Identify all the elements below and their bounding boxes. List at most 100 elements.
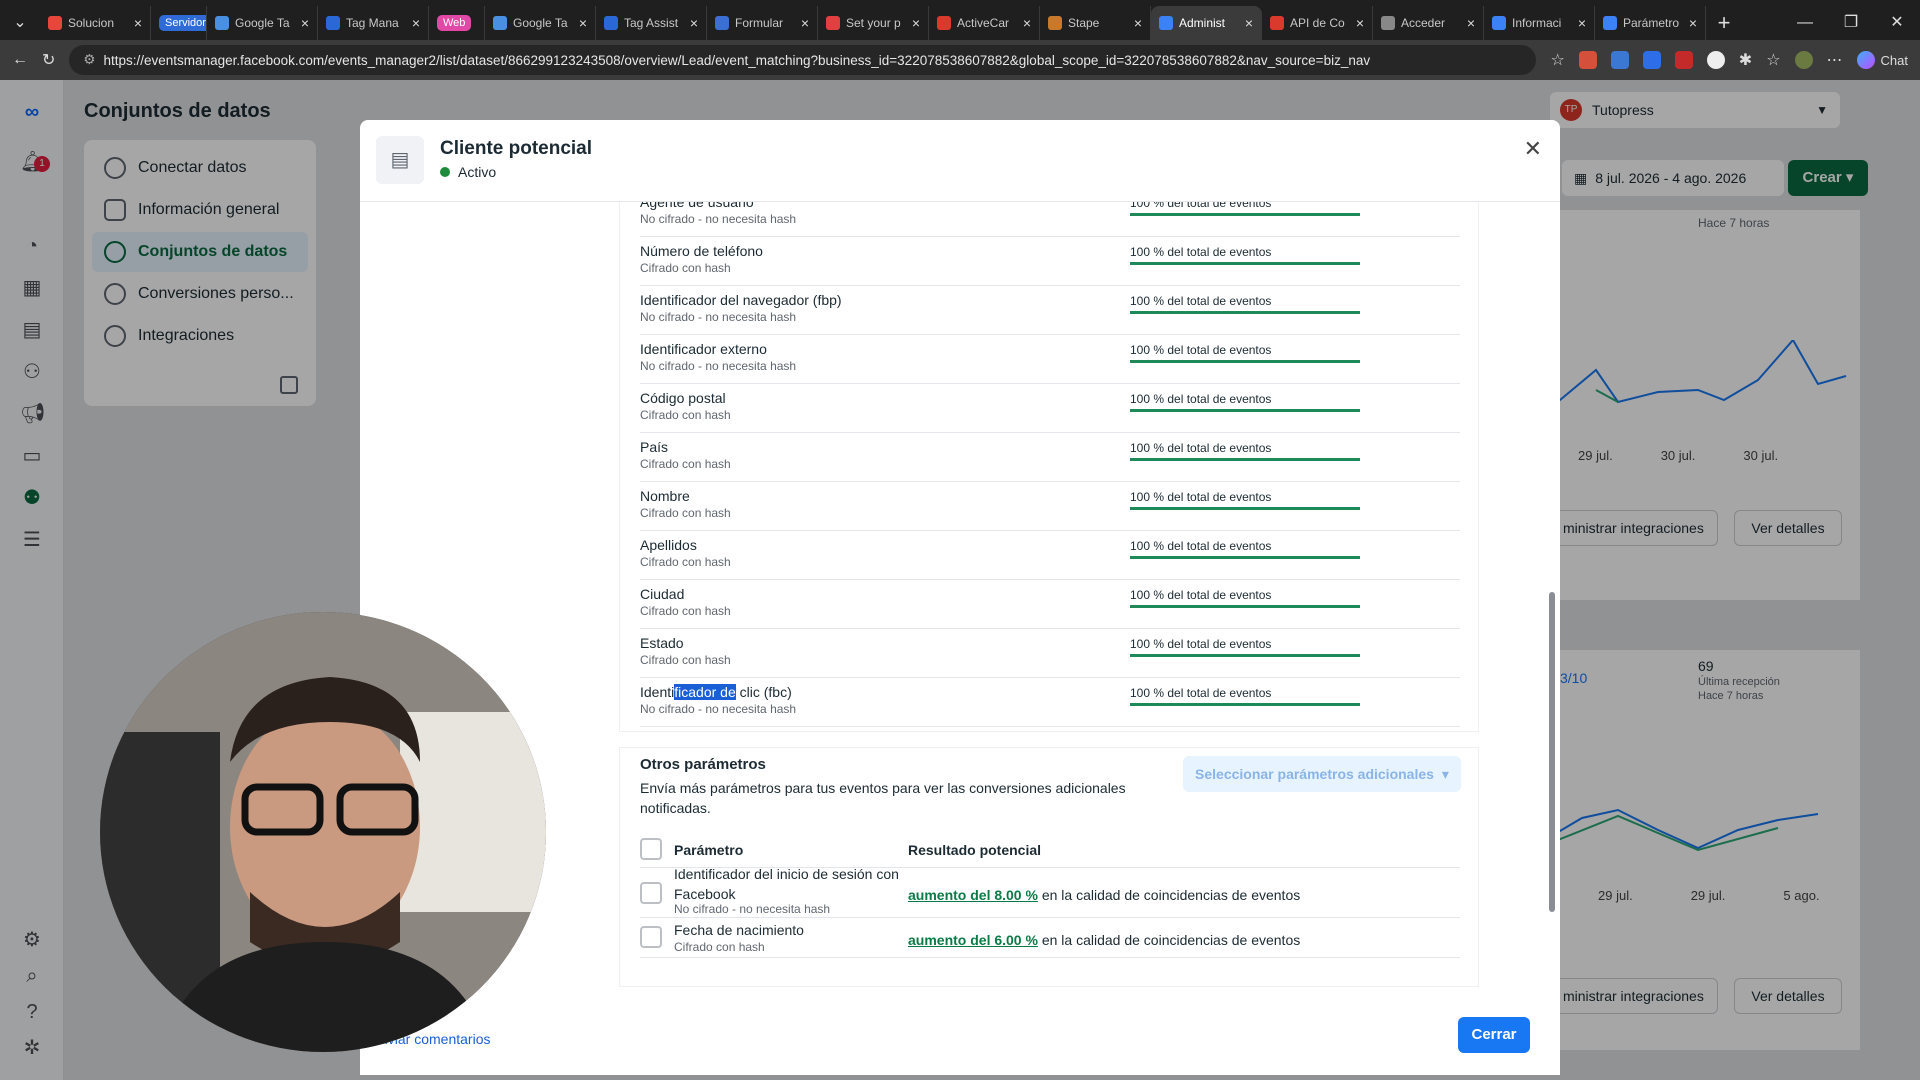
close-tab-icon[interactable]: ×	[579, 15, 587, 31]
url-text: https://eventsmanager.facebook.com/event…	[103, 52, 1371, 68]
tab-group-label[interactable]: Servidor	[159, 15, 206, 31]
browser-tab[interactable]: Google Ta ×	[207, 6, 318, 40]
tab-title: Acceder	[1401, 16, 1446, 30]
tab-favicon-icon	[715, 16, 729, 30]
increase-link[interactable]: aumento del 8.00 %	[908, 887, 1038, 903]
chat-label: Chat	[1880, 52, 1908, 68]
close-tab-icon[interactable]: ×	[1245, 15, 1253, 31]
tab-title: API de Co	[1290, 16, 1345, 30]
favorites-icon[interactable]: ☆	[1766, 50, 1780, 70]
browser-tab[interactable]: API de Co ×	[1262, 6, 1373, 40]
extension-icon[interactable]	[1642, 51, 1661, 69]
parameter-encoding: No cifrado - no necesita hash	[640, 212, 797, 226]
close-button[interactable]: Cerrar	[1458, 1017, 1530, 1053]
browser-tab[interactable]: ActiveCar ×	[929, 6, 1040, 40]
minimize-icon[interactable]: —	[1782, 6, 1828, 40]
tab-favicon-icon	[1603, 16, 1617, 30]
tab-list-icon[interactable]: ⌄	[0, 6, 40, 40]
chat-button[interactable]: Chat	[1856, 51, 1908, 69]
profile-avatar[interactable]	[1794, 51, 1813, 69]
parameter-name: Apellidos	[640, 537, 697, 553]
status-dot	[440, 167, 450, 177]
browser-tab[interactable]: Parámetro ×	[1595, 6, 1706, 40]
extensions-icon[interactable]: ✱	[1739, 50, 1752, 70]
browser-tab[interactable]: Set your p ×	[818, 6, 929, 40]
close-tab-icon[interactable]: ×	[912, 15, 920, 31]
close-tab-icon[interactable]: ×	[1578, 15, 1586, 31]
extension-icon[interactable]	[1706, 51, 1725, 69]
tab-title: Set your p	[846, 16, 901, 30]
close-tab-icon[interactable]: ×	[134, 15, 142, 31]
close-tab-icon[interactable]: ×	[412, 15, 420, 31]
extension-icon[interactable]	[1578, 51, 1597, 69]
select-additional-parameters-button[interactable]: Seleccionar parámetros adicionales ▾	[1183, 756, 1461, 792]
close-tab-icon[interactable]: ×	[1134, 15, 1142, 31]
tab-favicon-icon	[493, 16, 507, 30]
tab-title: Tag Assist	[624, 16, 679, 30]
browser-tab[interactable]: Acceder ×	[1373, 6, 1484, 40]
browser-tab[interactable]: Servidor	[151, 6, 207, 40]
tab-title: Formular	[735, 16, 784, 30]
coverage-bar	[1130, 507, 1360, 510]
coverage-bar	[1130, 311, 1360, 314]
new-tab-icon[interactable]: +	[1706, 6, 1742, 40]
browser-tab[interactable]: Informaci ×	[1484, 6, 1595, 40]
parameter-row: Nombre Cifrado con hash 100 % del total de…	[640, 482, 1460, 531]
parameters-list: Agente de usuario No cifrado - no necesit…	[619, 202, 1479, 732]
browser-tab[interactable]: Administ ×	[1151, 6, 1262, 40]
parameter-row: Estado Cifrado con hash 100 % del total de…	[640, 629, 1460, 678]
browser-tab[interactable]: Tag Mana ×	[318, 6, 429, 40]
parameter-encoding: Cifrado con hash	[640, 604, 731, 618]
row-checkbox[interactable]	[640, 882, 662, 904]
close-tab-icon[interactable]: ×	[801, 15, 809, 31]
close-tab-icon[interactable]: ×	[1689, 15, 1697, 31]
tab-title: ActiveCar	[957, 16, 1010, 30]
close-tab-icon[interactable]: ×	[690, 15, 698, 31]
browser-tab[interactable]: Stape ×	[1040, 6, 1151, 40]
restore-icon[interactable]: ❐	[1828, 6, 1874, 40]
tab-favicon-icon	[1159, 16, 1173, 30]
browser-tab[interactable]: Solucion ×	[40, 6, 151, 40]
select-all-checkbox[interactable]	[640, 838, 662, 860]
dialog-scrollbar[interactable]	[1546, 202, 1558, 912]
other-parameters-title: Otros parámetros	[640, 756, 766, 773]
parameter-encoding: No cifrado - no necesita hash	[674, 902, 831, 916]
reload-icon[interactable]: ↻	[42, 50, 55, 70]
extension-icon[interactable]	[1674, 51, 1693, 69]
browser-tab[interactable]: Tag Assist ×	[596, 6, 707, 40]
star-icon[interactable]: ☆	[1550, 50, 1564, 70]
more-icon[interactable]: ⋯	[1827, 50, 1843, 70]
browser-tab[interactable]: Formular ×	[707, 6, 818, 40]
browser-tab[interactable]: Google Ta ×	[485, 6, 596, 40]
coverage-bar	[1130, 556, 1360, 559]
parameter-row: Apellidos Cifrado con hash 100 % del total…	[640, 531, 1460, 580]
scrollbar-thumb[interactable]	[1549, 592, 1555, 912]
parameter-name: Agente de usuario	[640, 202, 754, 210]
parameter-coverage: 100 % del total de eventos	[1130, 686, 1272, 700]
tab-favicon-icon	[1048, 16, 1062, 30]
parameter-row: Número de teléfono Cifrado con hash 100 % …	[640, 237, 1460, 286]
browser-tab[interactable]: Web	[429, 6, 485, 40]
table-row: Fecha de nacimiento Cifrado con hash aum…	[640, 918, 1460, 958]
tab-group-label[interactable]: Web	[437, 15, 472, 31]
close-tab-icon[interactable]: ×	[1023, 15, 1031, 31]
tab-title: Administ	[1179, 16, 1226, 30]
coverage-bar	[1130, 458, 1360, 461]
increase-link[interactable]: aumento del 6.00 %	[908, 932, 1038, 948]
parameter-name: Identificador del navegador (fbp)	[640, 292, 842, 308]
close-tab-icon[interactable]: ×	[301, 15, 309, 31]
extension-icon[interactable]	[1610, 51, 1629, 69]
tab-favicon-icon	[215, 16, 229, 30]
url-field[interactable]: ⚙ https://eventsmanager.facebook.com/eve…	[69, 45, 1537, 75]
site-info-icon[interactable]: ⚙	[83, 52, 95, 68]
close-tab-icon[interactable]: ×	[1467, 15, 1475, 31]
close-icon[interactable]: ✕	[1524, 136, 1542, 162]
close-tab-icon[interactable]: ×	[1356, 15, 1364, 31]
parameter-coverage: 100 % del total de eventos	[1130, 392, 1272, 406]
coverage-bar	[1130, 262, 1360, 265]
back-icon[interactable]: ←	[12, 51, 28, 69]
row-checkbox[interactable]	[640, 926, 662, 948]
other-parameters-card: Otros parámetros Envía más parámetros pa…	[619, 747, 1479, 987]
close-window-icon[interactable]: ✕	[1874, 6, 1920, 40]
parameter-row: Agente de usuario No cifrado - no necesit…	[640, 202, 1460, 237]
